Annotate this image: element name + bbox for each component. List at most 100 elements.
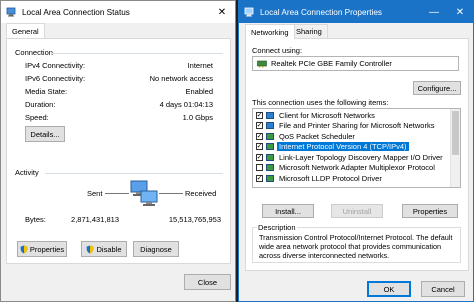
close-icon: ✕: [455, 6, 465, 18]
disable-button[interactable]: Disable: [81, 241, 127, 257]
checkbox-unchecked[interactable]: [256, 164, 263, 172]
component-icon: [266, 132, 274, 140]
adapter-name: Realtek PCIe GBE Family Controller: [271, 59, 392, 68]
checkbox-checked[interactable]: ✓: [256, 153, 263, 161]
tab-general-label: General: [12, 26, 39, 36]
bytes-label: Bytes:: [25, 215, 46, 224]
component-icon: [266, 153, 274, 161]
list-item-label: File and Printer Sharing for Microsoft N…: [279, 121, 435, 131]
check-mark-icon: ✓: [256, 122, 263, 130]
network-icon: [244, 7, 254, 16]
component-icon: [266, 164, 274, 172]
list-item-label: Internet Protocol Version 4 (TCP/IPv4): [277, 142, 409, 152]
properties-titlebar[interactable]: Local Area Connection Properties — ✕: [239, 1, 473, 23]
description-heading: Description: [257, 223, 297, 232]
sent-line: [105, 193, 129, 194]
close-button[interactable]: ✕: [209, 1, 235, 23]
status-title: Local Area Connection Status: [22, 7, 130, 17]
list-item-label: Client for Microsoft Networks: [279, 110, 375, 120]
items-container: ✓ Client for Microsoft Networks ✓ File and …: [253, 110, 450, 187]
ok-button[interactable]: OK: [367, 281, 411, 297]
activity-heading: Activity: [15, 168, 39, 177]
properties-button[interactable]: Properties: [17, 241, 67, 257]
bytes-received: 15,513,765,953: [168, 215, 221, 224]
sent-label: Sent: [87, 189, 103, 198]
properties-window: Local Area Connection Properties — ✕ Net…: [238, 0, 474, 302]
connection-heading: Connection: [15, 48, 53, 57]
list-item[interactable]: ✓ File and Printer Sharing for Microsoft …: [253, 121, 450, 132]
status-tabs: General: [6, 23, 232, 39]
network-icon: [6, 7, 16, 16]
list-item[interactable]: ✓ QoS Packet Scheduler: [253, 131, 450, 142]
details-button[interactable]: Details...: [25, 126, 65, 142]
status-titlebar[interactable]: Local Area Connection Status ✕: [1, 1, 235, 23]
speed-value: 1.0 Gbps: [182, 113, 213, 122]
checkbox-checked[interactable]: ✓: [256, 132, 263, 140]
tab-networking-label: Networking: [251, 27, 289, 37]
media-state-label: Media State:: [25, 87, 68, 96]
check-mark-icon: ✓: [256, 174, 263, 182]
speed-label: Speed:: [25, 113, 49, 122]
tab-networking[interactable]: Networking: [245, 24, 295, 39]
configure-button[interactable]: Configure...: [413, 81, 461, 95]
duration-value: 4 days 01:04:13: [159, 100, 213, 109]
list-item-label: Link-Layer Topology Discovery Mapper I/O…: [279, 152, 443, 162]
tab-sharing[interactable]: Sharing: [290, 24, 328, 38]
disable-button-label: Disable: [96, 244, 122, 254]
minimize-button[interactable]: —: [421, 1, 447, 23]
list-item[interactable]: Microsoft Network Adapter Multiplexor Pr…: [253, 163, 450, 174]
ipv6-label: IPv6 Connectivity:: [25, 74, 86, 83]
received-line: [159, 193, 183, 194]
ipv6-value: No network access: [149, 74, 213, 83]
check-mark-icon: ✓: [256, 153, 263, 161]
component-icon: [266, 111, 274, 119]
install-button[interactable]: Install...: [262, 204, 314, 218]
properties-button-label: Properties: [29, 244, 65, 254]
tab-sharing-label: Sharing: [296, 27, 322, 36]
item-properties-button[interactable]: Properties: [402, 204, 458, 218]
checkbox-checked[interactable]: ✓: [256, 143, 263, 151]
check-mark-icon: ✓: [256, 132, 263, 140]
check-mark-icon: ✓: [256, 143, 263, 151]
connection-divider: [51, 53, 223, 54]
received-label: Received: [185, 189, 217, 198]
connect-using-label: Connect using:: [252, 46, 303, 55]
checkbox-checked[interactable]: ✓: [256, 174, 263, 182]
adapter-box: Realtek PCIe GBE Family Controller: [252, 56, 459, 71]
list-item[interactable]: ✓ Microsoft LLDP Protocol Driver: [253, 173, 450, 184]
list-item[interactable]: ✓ Client for Microsoft Networks: [253, 110, 450, 121]
checkbox-checked[interactable]: ✓: [256, 122, 263, 130]
bytes-sent: 2,871,431,813: [71, 215, 119, 224]
status-panel: [6, 38, 231, 264]
component-icon: [266, 143, 274, 151]
status-window: Local Area Connection Status ✕ General C…: [0, 0, 236, 302]
shield-icon: [20, 245, 28, 253]
shield-icon: [86, 245, 94, 253]
items-label: This connection uses the following items…: [252, 98, 389, 107]
computers-icon: [130, 180, 158, 206]
list-item[interactable]: ✓ Link-Layer Topology Discovery Mapper I/…: [253, 152, 450, 163]
tab-general[interactable]: General: [6, 23, 45, 38]
media-state-value: Enabled: [185, 87, 213, 96]
list-item-label: QoS Packet Scheduler: [279, 131, 355, 141]
check-mark-icon: ✓: [256, 111, 263, 119]
ipv4-label: IPv4 Connectivity:: [25, 61, 86, 70]
scrollbar-thumb[interactable]: [452, 111, 459, 155]
status-close-button[interactable]: Close: [184, 274, 231, 290]
properties-close-button[interactable]: ✕: [447, 1, 473, 23]
items-list: ✓ Client for Microsoft Networks ✓ File and …: [252, 108, 461, 188]
checkbox-checked[interactable]: ✓: [256, 111, 263, 119]
description-text: Transmission Control Protocol/Internet P…: [259, 233, 453, 260]
list-item[interactable]: ✓ Internet Protocol Version 4 (TCP/IPv4): [253, 142, 450, 153]
list-item-label: Microsoft Network Adapter Multiplexor Pr…: [279, 163, 435, 173]
uninstall-button[interactable]: Uninstall: [331, 204, 383, 218]
minimize-icon: —: [429, 6, 439, 18]
diagnose-button[interactable]: Diagnose: [133, 241, 179, 257]
cancel-button[interactable]: Cancel: [421, 281, 465, 297]
adapter-icon: [257, 60, 267, 67]
properties-title: Local Area Connection Properties: [260, 7, 382, 17]
duration-label: Duration:: [25, 100, 56, 109]
close-icon: ✕: [217, 6, 227, 18]
list-item-label: Microsoft LLDP Protocol Driver: [279, 173, 382, 183]
items-scrollbar[interactable]: [450, 109, 460, 187]
